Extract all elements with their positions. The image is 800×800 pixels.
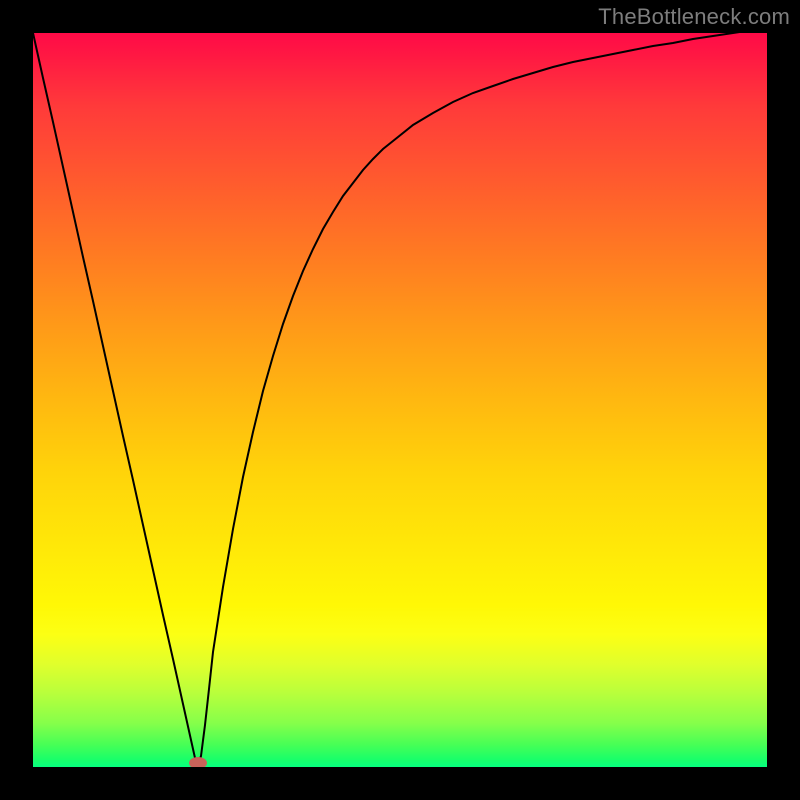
bottleneck-curve — [33, 33, 767, 767]
plot-area — [33, 33, 767, 767]
chart-frame: TheBottleneck.com — [0, 0, 800, 800]
optimal-point-marker — [189, 757, 207, 767]
bottleneck-curve-svg — [33, 33, 767, 767]
watermark-text: TheBottleneck.com — [598, 4, 790, 30]
